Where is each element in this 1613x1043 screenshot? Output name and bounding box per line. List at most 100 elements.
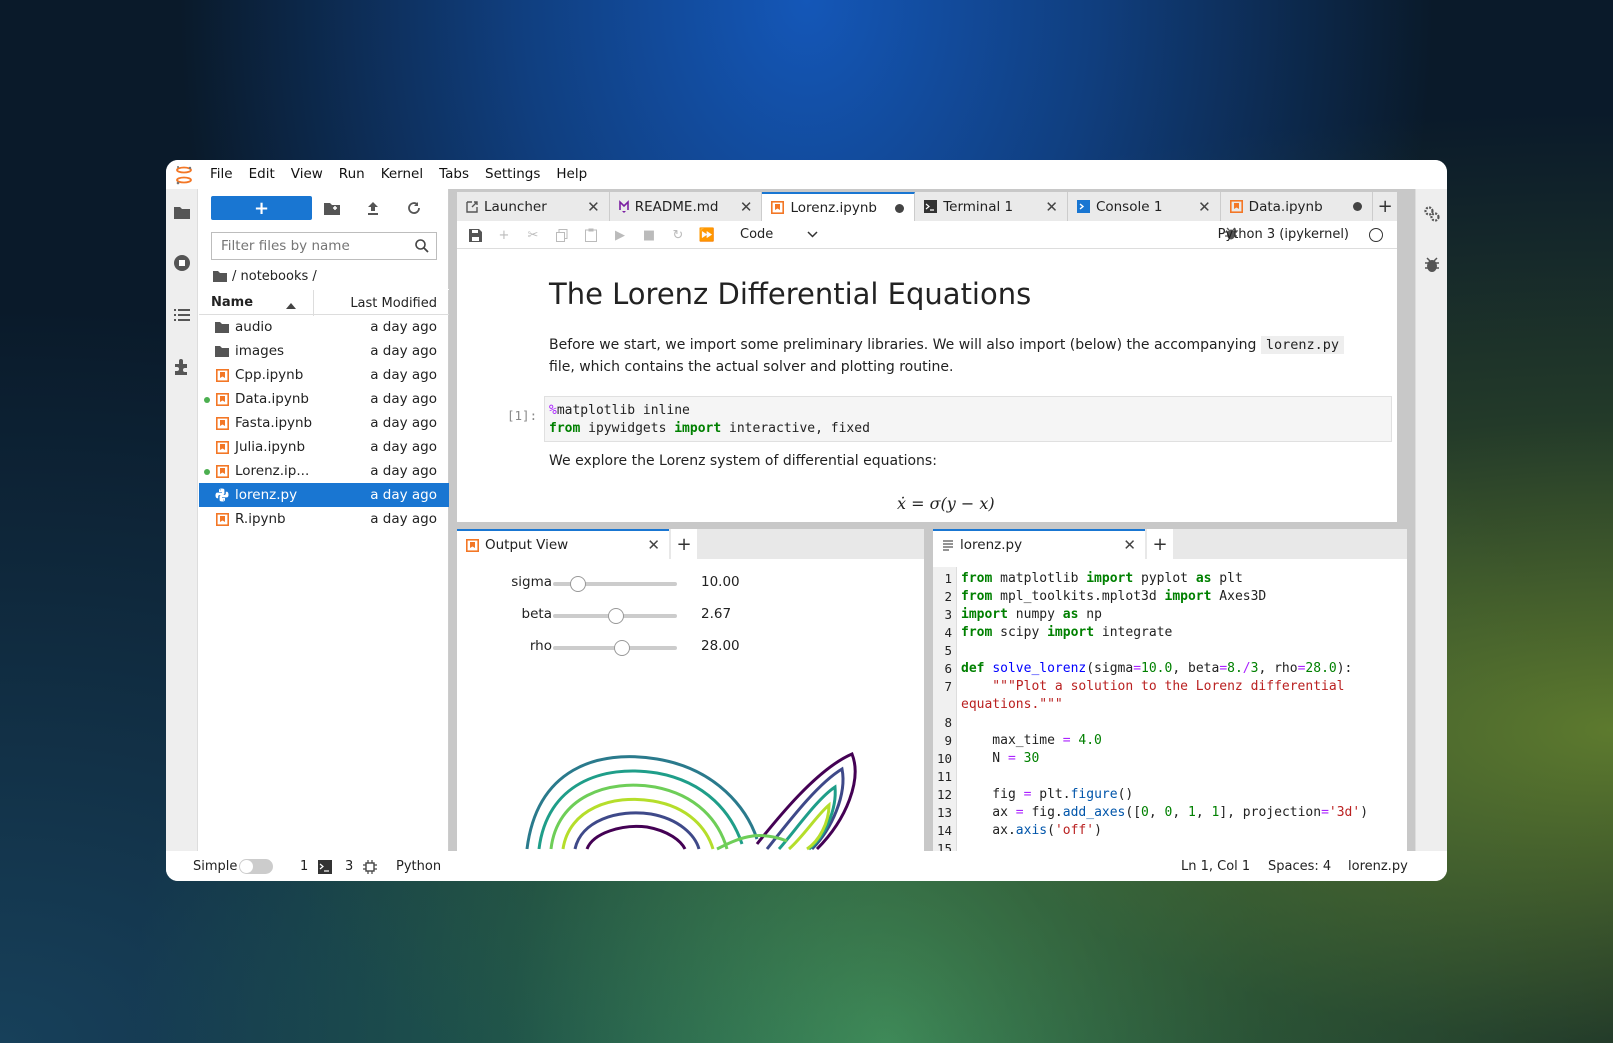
search-icon <box>415 239 429 257</box>
folder-icon[interactable] <box>172 202 192 222</box>
code-cell[interactable]: %matplotlib inline from ipywidgets impor… <box>544 396 1392 442</box>
restart-icon[interactable]: ↻ <box>670 227 686 243</box>
menu-file[interactable]: File <box>202 160 241 189</box>
close-icon[interactable]: ✕ <box>1045 198 1058 216</box>
list-item[interactable]: Fasta.ipynb a day ago <box>199 411 449 435</box>
file-modified: a day ago <box>370 319 437 335</box>
jupyter-logo-icon <box>166 160 202 189</box>
slider-sigma[interactable]: sigma 10.00 <box>457 571 757 595</box>
tab-console[interactable]: Console 1 ✕ <box>1067 192 1221 221</box>
kernel-name[interactable]: Python 3 (ipykernel) <box>1218 227 1349 242</box>
save-icon[interactable] <box>467 227 483 243</box>
tab-lorenz-py[interactable]: lorenz.py ✕ <box>933 529 1145 559</box>
kernel-chip-icon[interactable] <box>363 860 377 878</box>
menu-run[interactable]: Run <box>331 160 373 189</box>
run-icon[interactable]: ▶ <box>612 227 628 243</box>
terminal-icon <box>924 200 938 213</box>
insert-cell-icon[interactable]: + <box>496 227 512 243</box>
slider-value: 10.00 <box>701 574 740 590</box>
jupyterlab-window: File Edit View Run Kernel Tabs Settings … <box>166 160 1447 881</box>
unsaved-indicator-icon[interactable] <box>1353 202 1363 211</box>
menu-tabs[interactable]: Tabs <box>431 160 477 189</box>
language-indicator[interactable]: Python <box>396 859 441 874</box>
list-item[interactable]: Lorenz.ip... a day ago <box>199 459 449 483</box>
chevron-down-icon[interactable] <box>807 227 818 241</box>
menu-view[interactable]: View <box>283 160 331 189</box>
close-icon[interactable]: ✕ <box>647 536 660 554</box>
notebook-content: The Lorenz Differential Equations Before… <box>457 250 1397 522</box>
slider-beta[interactable]: beta 2.67 <box>457 603 757 627</box>
slider-thumb[interactable] <box>614 640 630 656</box>
new-folder-icon[interactable] <box>323 199 341 217</box>
running-sessions-icon[interactable] <box>172 253 192 273</box>
close-icon[interactable]: ✕ <box>1198 198 1211 216</box>
list-item[interactable]: images a day ago <box>199 339 449 363</box>
slider-rho[interactable]: rho 28.00 <box>457 635 757 659</box>
slider-thumb[interactable] <box>570 576 586 592</box>
list-item[interactable]: lorenz.py a day ago <box>199 483 449 507</box>
notebook-toolbar: + ✂ ▶ ■ ↻ ⏩ Code Python 3 (ipykernel) <box>457 221 1397 249</box>
terminal-count[interactable]: 1 <box>300 859 308 874</box>
code-editor[interactable]: 1 2 3 4 5 6 7 8 9 10 11 12 13 14 15 from… <box>933 567 1407 851</box>
folder-icon <box>214 319 230 335</box>
menu-edit[interactable]: Edit <box>241 160 283 189</box>
slider-track[interactable] <box>553 608 677 624</box>
property-inspector-gears-icon[interactable] <box>1422 204 1442 224</box>
column-last-modified[interactable]: Last Modified <box>350 296 437 311</box>
cut-icon[interactable]: ✂ <box>525 227 541 243</box>
close-icon[interactable]: ✕ <box>587 198 600 216</box>
file-filter-input[interactable]: Filter files by name <box>211 232 437 260</box>
upload-icon[interactable] <box>364 199 382 217</box>
kernel-count[interactable]: 3 <box>345 859 353 874</box>
simple-mode-toggle[interactable] <box>239 859 273 874</box>
tab-label: Data.ipynb <box>1248 198 1323 215</box>
tab-label: Launcher <box>484 198 547 215</box>
refresh-icon[interactable] <box>405 199 423 217</box>
tab-readme[interactable]: README.md ✕ <box>609 192 763 221</box>
slider-track[interactable] <box>553 576 677 592</box>
table-of-contents-icon[interactable] <box>172 305 192 325</box>
add-tab-button[interactable]: + <box>671 529 697 559</box>
tab-label: Console 1 <box>1095 198 1163 215</box>
editor-panel: lorenz.py ✕ + 1 2 3 4 5 6 7 8 9 10 11 12… <box>933 529 1407 851</box>
list-item[interactable]: R.ipynb a day ago <box>199 507 449 531</box>
new-launcher-button[interactable]: + <box>211 196 312 220</box>
stop-icon[interactable]: ■ <box>641 227 657 243</box>
unsaved-indicator-icon[interactable] <box>895 204 905 213</box>
menu-help[interactable]: Help <box>548 160 595 189</box>
paste-icon[interactable] <box>583 227 599 243</box>
list-item[interactable]: audio a day ago <box>199 315 449 339</box>
list-item[interactable]: Julia.ipynb a day ago <box>199 435 449 459</box>
slider-track[interactable] <box>553 640 677 656</box>
menu-kernel[interactable]: Kernel <box>373 160 431 189</box>
column-name[interactable]: Name <box>211 295 253 310</box>
cell-type-select[interactable]: Code <box>740 227 773 242</box>
copy-icon[interactable] <box>554 227 570 243</box>
tab-data-notebook[interactable]: Data.ipynb <box>1220 192 1374 221</box>
markdown-paragraph: Before we start, we import some prelimin… <box>549 334 1349 378</box>
cursor-position[interactable]: Ln 1, Col 1 <box>1181 859 1250 874</box>
tab-lorenz-notebook[interactable]: Lorenz.ipynb <box>762 192 916 221</box>
fast-forward-icon[interactable]: ⏩ <box>699 227 715 243</box>
menu-settings[interactable]: Settings <box>477 160 548 189</box>
list-item[interactable]: Data.ipynb a day ago <box>199 387 449 411</box>
terminal-icon[interactable] <box>318 860 332 878</box>
tab-launcher[interactable]: Launcher ✕ <box>457 192 610 221</box>
file-name: lorenz.py <box>235 487 298 503</box>
menubar: File Edit View Run Kernel Tabs Settings … <box>166 160 1447 189</box>
tab-output-view[interactable]: Output View ✕ <box>457 529 669 559</box>
lorenz-attractor-plot <box>525 752 857 851</box>
sort-ascending-icon <box>286 298 296 313</box>
breadcrumb[interactable]: / notebooks / <box>213 267 317 285</box>
tab-terminal[interactable]: Terminal 1 ✕ <box>915 192 1068 221</box>
file-modified: a day ago <box>370 415 437 431</box>
list-item[interactable]: Cpp.ipynb a day ago <box>199 363 449 387</box>
close-icon[interactable]: ✕ <box>1123 536 1136 554</box>
add-tab-button[interactable]: + <box>1373 192 1398 221</box>
indent-spaces[interactable]: Spaces: 4 <box>1268 859 1331 874</box>
close-icon[interactable]: ✕ <box>740 198 753 216</box>
slider-thumb[interactable] <box>608 608 624 624</box>
add-tab-button[interactable]: + <box>1147 529 1173 559</box>
debugger-bug-icon[interactable] <box>1422 255 1442 275</box>
extension-manager-icon[interactable] <box>172 357 192 377</box>
